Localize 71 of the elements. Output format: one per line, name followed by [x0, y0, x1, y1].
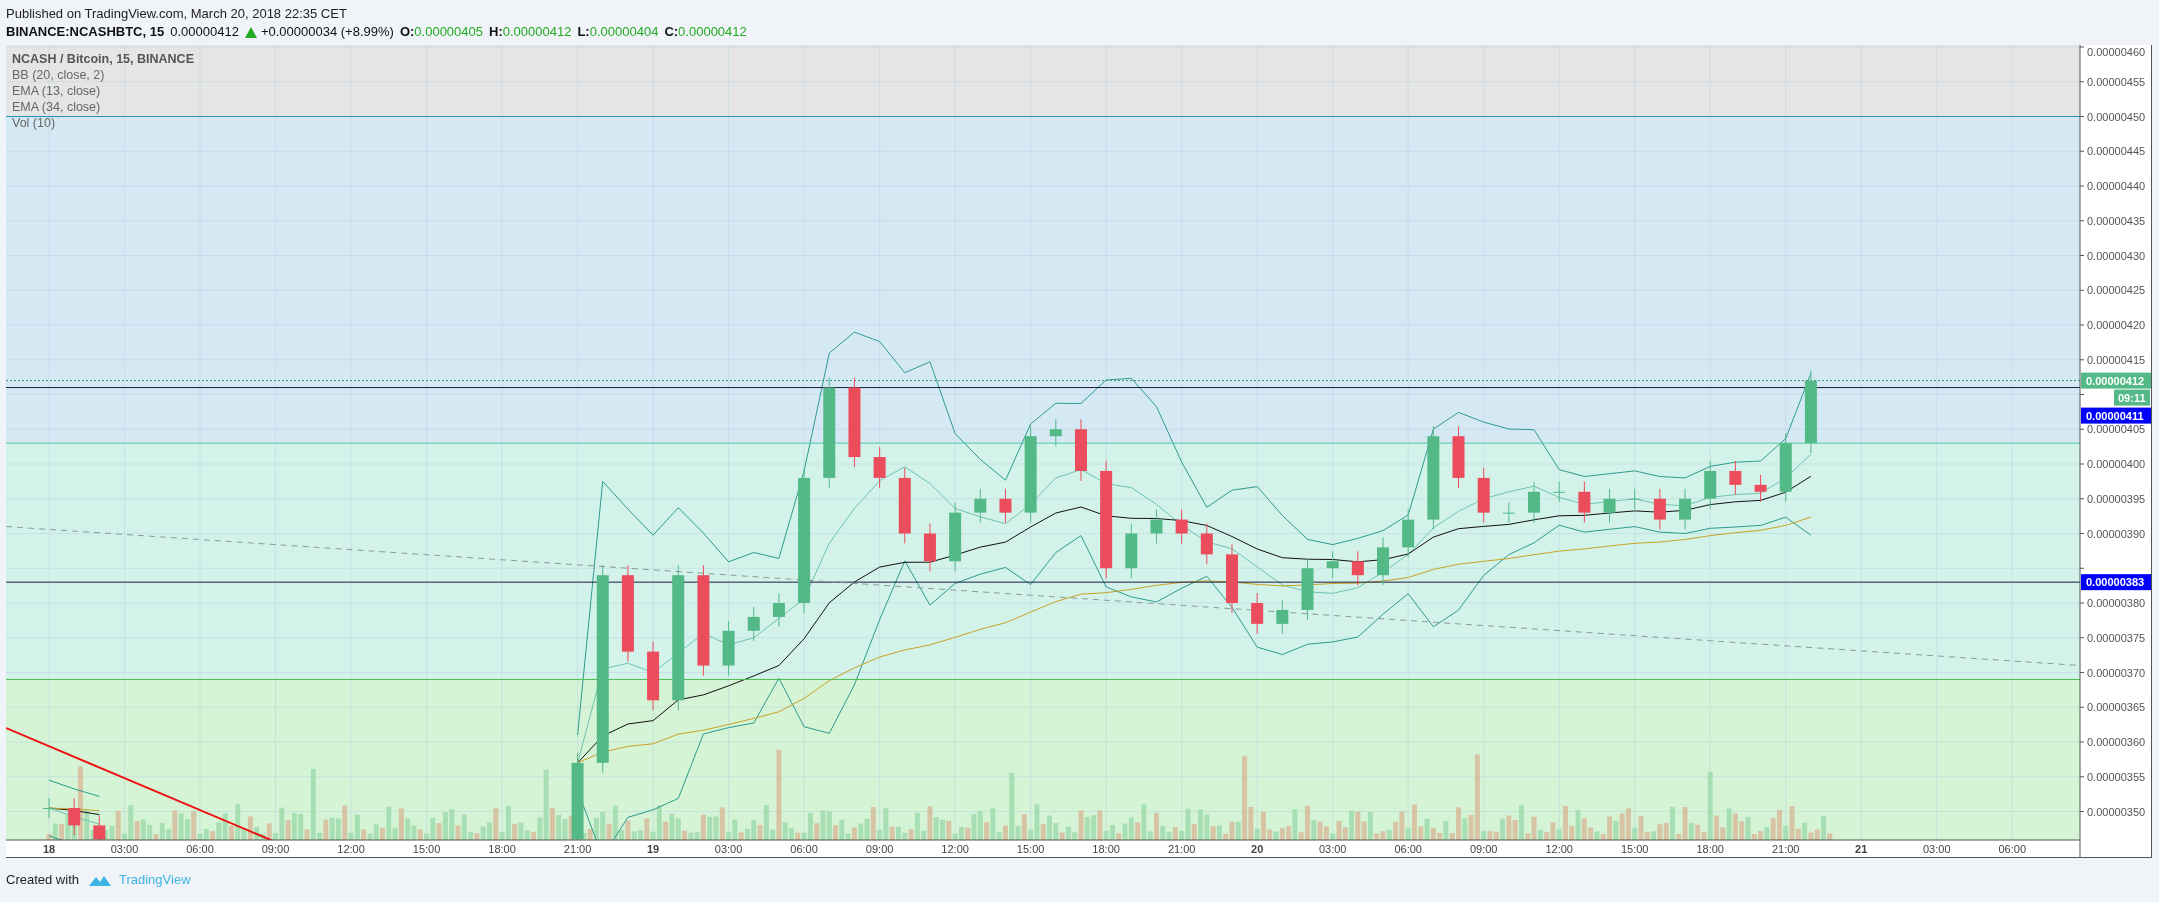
axis-label: 21	[1855, 843, 1868, 855]
ohlc-value: 0.00000404	[589, 23, 659, 41]
axis-label: 21:00	[1167, 843, 1196, 855]
axis-label: 03:00	[1318, 843, 1347, 855]
axis-label: 0.00000425	[2087, 284, 2146, 297]
price-tag: 0.00000411	[2081, 407, 2151, 424]
axis-label: 0.00000400	[2087, 458, 2146, 470]
axis-label: 15:00	[412, 843, 441, 855]
axis-label: 18	[42, 843, 56, 855]
axis-label: 21:00	[563, 843, 592, 855]
study-label: EMA (13, close)	[12, 83, 102, 99]
axis-label: 18:00	[488, 843, 516, 855]
axis-label: 0.00000415	[2087, 353, 2146, 366]
axis-label: 03:00	[714, 843, 743, 855]
axis-label: 0.00000420	[2087, 319, 2146, 331]
ohlc-label: L:	[577, 23, 590, 41]
study-label: BB (20, close, 2)	[12, 67, 106, 83]
axis-label: 19	[646, 843, 660, 855]
axis-label: 15:00	[1016, 843, 1045, 855]
axis-label: 09:00	[261, 843, 290, 855]
price-tag: 0.00000383	[2081, 574, 2151, 591]
axis-label: 03:00	[110, 843, 139, 855]
study-label: Vol (10)	[12, 115, 57, 131]
axis-label: 06:00	[1394, 843, 1422, 855]
axis-label: 0.00000430	[2087, 249, 2146, 262]
axis-label: 18:00	[1092, 843, 1120, 855]
axis-label: 06:00	[790, 843, 818, 855]
axis-label: 06:00	[186, 843, 214, 855]
ohlc-value: 0.00000412	[678, 23, 747, 41]
ohlc-value: 0.00000412	[502, 23, 572, 41]
axis-label: 0.00000450	[2087, 110, 2146, 123]
axis-label: 09:00	[1469, 843, 1498, 855]
axis-label: 0.00000445	[2087, 145, 2146, 158]
axis-label: 0.00000395	[2087, 492, 2146, 505]
axis-label: 0.00000375	[2087, 631, 2146, 644]
axis-label: 09:00	[865, 843, 894, 855]
axis-label: 0.00000365	[2087, 701, 2146, 714]
study-label: EMA (34, close)	[12, 99, 102, 115]
axis-label: 06:00	[1998, 843, 2027, 855]
axis-label: 0.00000435	[2087, 214, 2146, 227]
axis-label: 0.00000405	[2087, 423, 2146, 436]
axis-label: 03:00	[1923, 843, 1951, 855]
price-change: +0.00000034 (+8.99%)	[260, 23, 394, 41]
ohlc-label: C:	[664, 23, 679, 41]
axis-label: 0.00000455	[2087, 75, 2146, 88]
published-line: Published on TradingView.com, March 20, 2018 22:35 CET	[6, 5, 348, 23]
axis-label: 0.00000370	[2087, 666, 2146, 679]
axis-label: 0.00000350	[2087, 805, 2146, 818]
axis-label: 0.00000460	[2087, 46, 2146, 58]
axis-label: 12:00	[1545, 843, 1573, 855]
axis-label: 12:00	[337, 843, 365, 855]
ohlc-label: O:	[399, 23, 415, 41]
countdown-tag: 09:11	[2114, 389, 2150, 406]
axis-label: 15:00	[1620, 843, 1649, 855]
axis-label: 12:00	[941, 843, 969, 855]
brand-link[interactable]: TradingView	[119, 870, 191, 890]
ohlc-value: 0.00000405	[414, 23, 483, 41]
axis-label: 20	[1251, 843, 1264, 855]
axis-label: 0.00000440	[2087, 180, 2146, 192]
axis-label: 0.00000390	[2087, 527, 2146, 540]
axis-label: 18:00	[1696, 843, 1724, 855]
last-price: 0.00000412	[170, 23, 239, 41]
axis-label: 0.00000355	[2087, 770, 2146, 783]
axis-label: 21:00	[1771, 843, 1800, 855]
price-tag: 0.00000412	[2081, 372, 2151, 389]
ohlc-label: H:	[489, 23, 503, 41]
axis-label: 0.00000360	[2087, 736, 2146, 748]
symbol-name: BINANCE:NCASHBTC, 15	[6, 23, 165, 41]
axis-label: 0.00000380	[2087, 597, 2146, 609]
created-with-text: Created with	[6, 871, 79, 890]
legend-title: NCASH / Bitcoin, 15, BINANCE	[12, 51, 194, 67]
